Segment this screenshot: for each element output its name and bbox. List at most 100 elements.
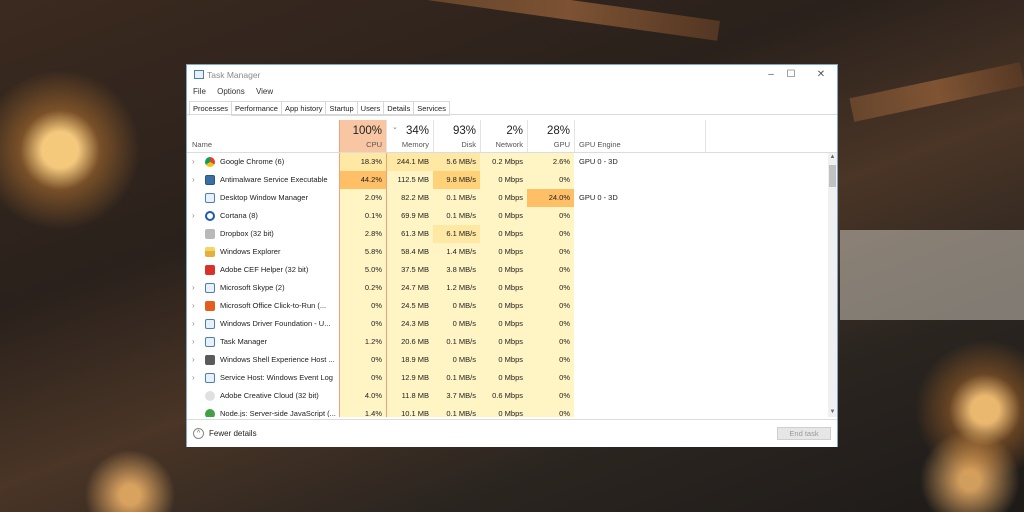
column-gpu-header[interactable]: 28% GPU	[527, 120, 574, 152]
scroll-up-icon[interactable]: ▲	[828, 153, 837, 162]
process-name: Dropbox (32 bit)	[220, 229, 274, 238]
column-memory-header[interactable]: 34% Memory	[386, 120, 433, 152]
fewer-details-link[interactable]: Fewer details	[209, 429, 257, 438]
process-row[interactable]: › Microsoft Office Click-to-Run (... 0% 24.…	[187, 297, 828, 315]
menu-view[interactable]: View	[256, 87, 273, 96]
process-row[interactable]: Desktop Window Manager 2.0% 82.2 MB 0.1 MB/…	[187, 189, 828, 207]
process-row[interactable]: › Microsoft Skype (2) 0.2% 24.7 MB 1.2 MB/s 0…	[187, 279, 828, 297]
scrollbar-thumb[interactable]	[829, 165, 836, 187]
process-gpu-engine-value	[574, 333, 694, 351]
process-net-value: 0 Mbps	[480, 261, 527, 279]
footer: ^ Fewer details End task	[187, 419, 837, 447]
process-row[interactable]: Adobe CEF Helper (32 bit) 5.0% 37.5 MB 3.8 …	[187, 261, 828, 279]
process-gpu-value: 0%	[527, 351, 574, 369]
process-gpu-value: 0%	[527, 279, 574, 297]
process-mem-value: 10.1 MB	[386, 405, 433, 417]
process-mem-value: 69.9 MB	[386, 207, 433, 225]
memory-total: 34%	[405, 125, 429, 137]
process-gpu-value: 0%	[527, 405, 574, 417]
process-disk-value: 0.1 MB/s	[433, 405, 480, 417]
expand-chevron-icon[interactable]: ›	[192, 279, 195, 297]
expand-chevron-icon[interactable]: ›	[192, 369, 195, 387]
process-row[interactable]: › Service Host: Windows Event Log 0% 12.9 M…	[187, 369, 828, 387]
process-row[interactable]: Dropbox (32 bit) 2.8% 61.3 MB 6.1 MB/s 0 Mbp…	[187, 225, 828, 243]
process-row[interactable]: › Google Chrome (6) 18.3% 244.1 MB 5.6 MB/s 0…	[187, 153, 828, 171]
process-disk-value: 1.2 MB/s	[433, 279, 480, 297]
end-task-button[interactable]: End task	[777, 427, 831, 440]
process-name: Desktop Window Manager	[220, 193, 308, 202]
title-bar[interactable]: Task Manager – ☐ ✕	[187, 65, 837, 85]
process-net-value: 0 Mbps	[480, 333, 527, 351]
process-mem-value: 82.2 MB	[386, 189, 433, 207]
process-cpu-value: 5.0%	[339, 261, 386, 279]
process-disk-value: 0.1 MB/s	[433, 207, 480, 225]
process-cpu-value: 0.1%	[339, 207, 386, 225]
process-mem-value: 58.4 MB	[386, 243, 433, 261]
process-row[interactable]: › Cortana (8) 0.1% 69.9 MB 0.1 MB/s 0 Mbps 0%	[187, 207, 828, 225]
expand-chevron-icon[interactable]: ›	[192, 153, 195, 171]
column-network-header[interactable]: 2% Network	[480, 120, 527, 152]
process-cpu-value: 2.0%	[339, 189, 386, 207]
process-cpu-value: 0.2%	[339, 279, 386, 297]
background-beam	[420, 0, 720, 41]
process-mem-value: 24.5 MB	[386, 297, 433, 315]
expand-chevron-icon[interactable]: ›	[192, 351, 195, 369]
process-row[interactable]: Windows Explorer 5.8% 58.4 MB 1.4 MB/s 0 Mbp…	[187, 243, 828, 261]
process-name: Google Chrome (6)	[220, 157, 285, 166]
window-title: Task Manager	[207, 70, 261, 80]
vertical-scrollbar[interactable]: ▲ ▼	[828, 153, 837, 417]
column-cpu-header[interactable]: 100% CPU	[339, 120, 387, 152]
cpu-label: CPU	[366, 140, 382, 149]
process-row[interactable]: › Task Manager 1.2% 20.6 MB 0.1 MB/s 0 Mbps 0%	[187, 333, 828, 351]
close-button[interactable]: ✕	[809, 68, 833, 82]
process-mem-value: 244.1 MB	[386, 153, 433, 171]
expand-chevron-icon[interactable]: ›	[192, 171, 195, 189]
scroll-down-icon[interactable]: ▼	[828, 408, 837, 417]
process-name: Antimalware Service Executable	[220, 175, 328, 184]
column-disk-header[interactable]: 93% Disk	[433, 120, 480, 152]
process-name: Windows Shell Experience Host ...	[220, 355, 335, 364]
process-row[interactable]: Node.js: Server-side JavaScript (... 1.4%…	[187, 405, 828, 417]
disk-total: 93%	[452, 125, 476, 137]
process-disk-value: 0 MB/s	[433, 315, 480, 333]
process-row[interactable]: › Windows Driver Foundation - U... 0% 24.3 …	[187, 315, 828, 333]
process-net-value: 0 Mbps	[480, 207, 527, 225]
process-gpu-engine-value	[574, 261, 694, 279]
cpu-column-border	[339, 153, 340, 417]
node-icon	[205, 409, 215, 417]
process-net-value: 0.2 Mbps	[480, 153, 527, 171]
menu-file[interactable]: File	[193, 87, 206, 96]
process-gpu-engine-value	[574, 387, 694, 405]
process-cpu-value: 4.0%	[339, 387, 386, 405]
process-disk-value: 0 MB/s	[433, 297, 480, 315]
task-manager-app-icon	[194, 70, 204, 79]
process-name: Windows Explorer	[220, 247, 281, 256]
dropbox-icon	[205, 229, 215, 239]
maximize-button[interactable]: ☐	[779, 68, 803, 82]
process-gpu-engine-value	[574, 225, 694, 243]
expand-chevron-icon[interactable]: ›	[192, 315, 195, 333]
chevron-up-icon[interactable]: ^	[193, 428, 204, 439]
process-row[interactable]: › Antimalware Service Executable 44.2% 112.…	[187, 171, 828, 189]
process-net-value: 0 Mbps	[480, 243, 527, 261]
expand-chevron-icon[interactable]: ›	[192, 297, 195, 315]
process-gpu-value: 0%	[527, 297, 574, 315]
process-row[interactable]: Adobe Creative Cloud (32 bit) 4.0% 11.8 MB…	[187, 387, 828, 405]
background-wall	[840, 230, 1024, 320]
process-gpu-engine-value	[574, 405, 694, 417]
process-cpu-value: 2.8%	[339, 225, 386, 243]
process-cpu-value: 18.3%	[339, 153, 386, 171]
process-disk-value: 0.1 MB/s	[433, 333, 480, 351]
process-gpu-value: 0%	[527, 387, 574, 405]
column-name-header[interactable]: Name	[192, 140, 212, 149]
process-gpu-value: 0%	[527, 243, 574, 261]
expand-chevron-icon[interactable]: ›	[192, 207, 195, 225]
process-net-value: 0 Mbps	[480, 297, 527, 315]
process-row[interactable]: › Windows Shell Experience Host ... 0% 18.9…	[187, 351, 828, 369]
service-icon	[205, 373, 215, 383]
process-disk-value: 3.7 MB/s	[433, 387, 480, 405]
process-net-value: 0 Mbps	[480, 351, 527, 369]
expand-chevron-icon[interactable]: ›	[192, 333, 195, 351]
column-gpu-engine-header[interactable]: GPU Engine	[579, 140, 621, 149]
menu-options[interactable]: Options	[217, 87, 245, 96]
